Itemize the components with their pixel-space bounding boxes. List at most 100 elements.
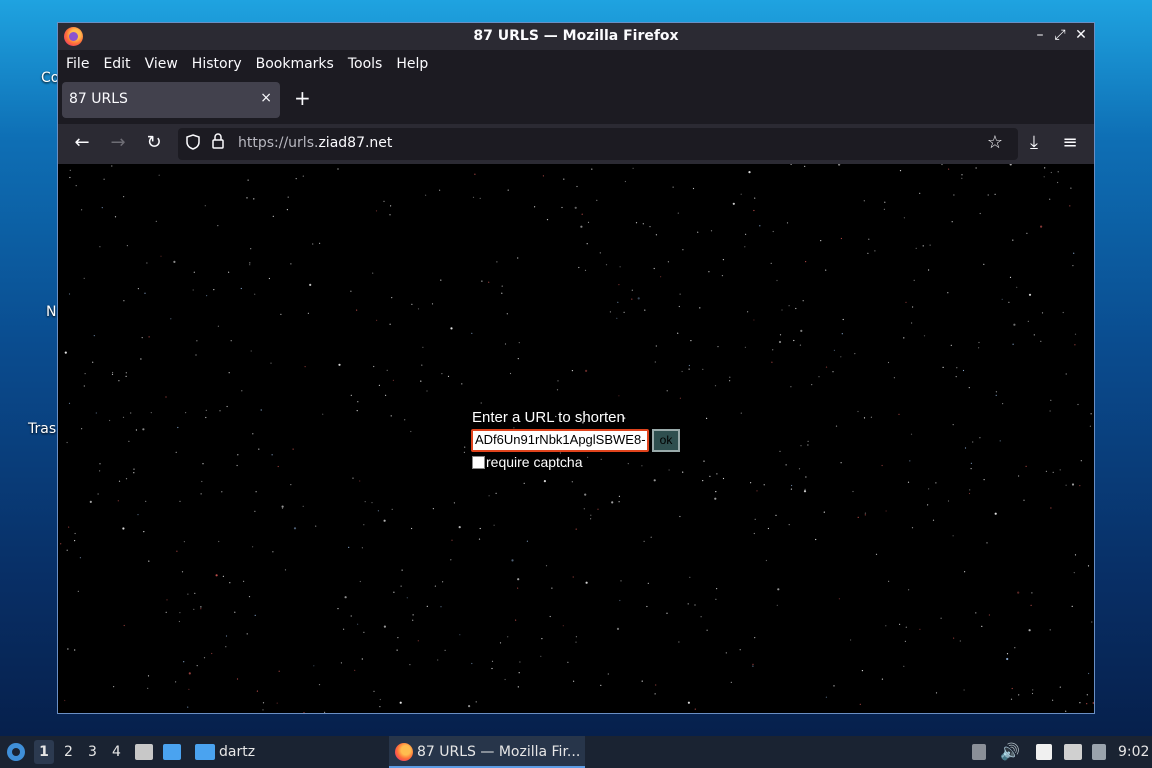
window-titlebar[interactable]: 87 URLS — Mozilla Firefox – ⤢ ✕ [58,23,1094,50]
star [785,464,787,466]
star [479,527,481,530]
bookmark-star-icon[interactable]: ☆ [983,132,1007,153]
star [722,477,725,480]
star [867,252,869,254]
star [779,334,782,336]
menu-view[interactable]: View [145,56,178,72]
star [123,196,125,198]
url-bar[interactable]: https://urls.ziad87.net [178,128,1018,160]
star [823,511,825,513]
star [471,662,473,665]
star [203,657,206,659]
star [84,373,86,375]
url-input[interactable]: ADf6Un91rNbk1ApglSBWE8- [471,429,649,452]
star [60,543,62,545]
menu-help[interactable]: Help [396,56,428,72]
captcha-checkbox[interactable] [472,455,485,469]
desktop-label-trash[interactable]: Tras [28,421,56,437]
star [953,194,955,196]
star [1010,698,1013,700]
star [290,263,292,265]
star [99,463,101,465]
captcha-label: require captcha [486,454,583,470]
star [1073,252,1075,254]
star [228,271,230,273]
star [379,698,381,701]
star [150,412,152,414]
star [173,260,176,263]
app-menu-icon[interactable]: ≡ [1058,132,1082,153]
star [363,631,365,633]
close-window-button[interactable]: ✕ [1073,27,1089,43]
star [1049,410,1051,412]
star [511,559,514,562]
taskbar-folder-dartz[interactable]: dartz [219,744,255,760]
star [599,252,601,254]
menubar: File Edit View History Bookmarks Tools H… [58,50,1094,78]
star [818,376,820,378]
tab-87-urls[interactable]: 87 URLS × [62,82,280,118]
star [753,319,755,321]
star [1088,672,1090,675]
workspace-4[interactable]: 4 [112,744,121,760]
star [641,680,643,682]
tracking-shield-icon[interactable] [186,134,200,154]
folder-icon[interactable] [195,744,215,760]
star [277,465,279,468]
star [694,708,696,710]
workspace-3[interactable]: 3 [88,744,97,760]
star [187,706,189,708]
start-menu-icon[interactable] [6,742,26,766]
star [1028,629,1031,632]
captcha-option[interactable]: require captcha [472,454,583,470]
star [357,623,359,625]
forward-button[interactable]: → [106,132,130,153]
network-tray-icon[interactable] [1064,744,1082,760]
desktop-label-network[interactable]: N [46,304,56,320]
star [534,206,536,208]
star [904,640,907,642]
star [1050,399,1052,401]
star [978,341,980,344]
minimize-button[interactable]: – [1032,27,1048,43]
star [717,346,719,348]
back-button[interactable]: ← [70,132,94,153]
workspace-1[interactable]: 1 [34,740,54,764]
lock-icon[interactable] [212,133,224,153]
star [859,703,861,705]
notification-tray-icon[interactable] [1092,744,1106,760]
menu-file[interactable]: File [66,56,89,72]
star [623,311,625,313]
clock[interactable]: 9:02 [1118,744,1149,760]
menu-bookmarks[interactable]: Bookmarks [256,56,334,72]
star [478,538,481,540]
star [646,605,648,608]
star [92,361,94,363]
star [431,303,434,305]
downloads-icon[interactable]: ⤓ [1022,132,1046,153]
ok-button[interactable]: ok [652,429,680,452]
star [250,248,252,250]
clipboard-tray-icon[interactable] [1036,744,1052,760]
star [432,508,434,510]
workspace-2[interactable]: 2 [64,744,73,760]
file-manager-launcher-icon[interactable] [135,744,153,760]
reload-button[interactable]: ↻ [142,132,166,153]
star [352,477,354,479]
star [885,625,887,627]
volume-icon[interactable]: 🔊 [1000,742,1020,761]
menu-history[interactable]: History [192,56,242,72]
new-tab-button[interactable]: + [294,86,311,110]
star [776,279,778,282]
storage-tray-icon[interactable] [972,744,986,760]
star [778,340,782,344]
menu-edit[interactable]: Edit [103,56,130,72]
star [798,468,801,470]
star [551,587,553,589]
star [1071,605,1073,607]
tab-close-icon[interactable]: × [260,90,272,106]
restore-button[interactable]: ⤢ [1052,27,1068,43]
desktop-launcher-icon[interactable] [163,744,181,760]
taskbar-firefox-window[interactable]: 87 URLS — Mozilla Fir... [389,736,585,768]
menu-tools[interactable]: Tools [348,56,383,72]
